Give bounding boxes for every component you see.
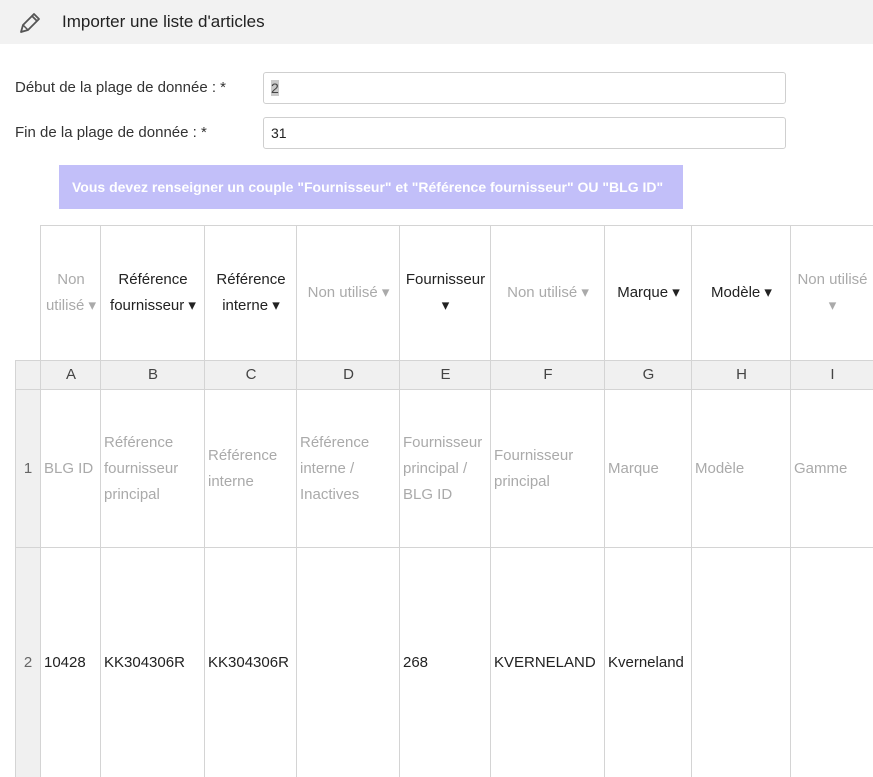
cell-value: Marque [608,459,659,477]
column-mapping-label: Référence fournisseur ▾ [110,271,196,314]
column-mapping-label: Fournisseur ▾ [405,271,486,314]
cell-value: 10428 [44,653,86,671]
column-letter-label: I [830,366,835,383]
column-mapping-select-d[interactable]: Non utilisé ▾ [296,225,400,360]
row-number-label: 2 [23,653,33,671]
cell-value: KK304306R [104,653,185,671]
column-letter-d: D [296,360,400,389]
cell-value: Référence interne [208,446,278,490]
column-mapping-select-g[interactable]: Marque ▾ [604,225,692,360]
column-letter-h: H [691,360,791,389]
cell-value: KK304306R [208,653,289,671]
corner-cell [15,360,40,389]
column-mapping-label: Modèle ▾ [711,284,772,301]
table-cell [691,547,791,777]
cell-value: Gamme [794,459,848,477]
column-mapping-select-c[interactable]: Référence interne ▾ [204,225,297,360]
table-cell: Gamme [790,389,873,547]
column-letter-label: G [642,366,655,383]
column-mapping-label: Non utilisé ▾ [507,284,589,301]
table-cell: Kverneland [604,547,692,777]
cell-value: Kverneland [608,653,684,671]
cell-value: Modèle [695,459,745,477]
column-letter-b: B [100,360,205,389]
cell-value: Fournisseur principal [494,446,574,490]
column-letter-g: G [604,360,692,389]
range-end-label: Fin de la plage de donnée : * [15,124,207,141]
table-cell: Modèle [691,389,791,547]
table-cell: KK304306R [100,547,205,777]
table-cell: BLG ID [40,389,101,547]
column-letter-c: C [204,360,297,389]
column-mapping-label: Référence interne ▾ [216,271,286,314]
column-letter-label: H [736,366,747,383]
range-start-label: Début de la plage de donnée : * [15,79,227,96]
pencil-icon [20,13,40,33]
column-mapping-label: Marque ▾ [617,284,680,301]
table-divider [15,360,873,361]
column-mapping-label: Non utilisé ▾ [797,271,868,314]
column-letter-label: F [543,366,553,383]
column-mapping-select-h[interactable]: Modèle ▾ [691,225,791,360]
table-cell: Référence interne / Inactives [296,389,400,547]
column-letter-label: B [147,366,158,383]
cell-value: Fournisseur principal / BLG ID [403,433,483,503]
table-cell [296,547,400,777]
table-cell: 268 [399,547,491,777]
column-letter-label: A [65,366,76,383]
column-mapping-select-i[interactable]: Non utilisé ▾ [790,225,873,360]
page-header: Importer une liste d'articles [0,0,873,44]
table-cell: Référence fournisseur principal [100,389,205,547]
table-cell: Fournisseur principal [490,389,605,547]
range-end-value: 31 [271,125,287,141]
table-cell: 10428 [40,547,101,777]
column-mapping-select-a[interactable]: Non utilisé ▾ [40,225,101,360]
column-mapping-select-b[interactable]: Référence fournisseur ▾ [100,225,205,360]
validation-warning: Vous devez renseigner un couple "Fournis… [59,165,683,209]
table-cell: Référence interne [204,389,297,547]
table-cell: KK304306R [204,547,297,777]
table-cell: Marque [604,389,692,547]
range-start-value: 2 [271,80,279,96]
page-title: Importer une liste d'articles [62,12,265,31]
row-number-label: 1 [23,459,33,477]
range-start-input[interactable]: 2 [263,72,786,104]
column-mapping-select-e[interactable]: Fournisseur ▾ [399,225,491,360]
cell-value: 268 [403,653,429,671]
column-mapping-label: Non utilisé ▾ [45,271,97,314]
cell-value: Référence fournisseur principal [104,433,179,503]
column-letter-f: F [490,360,605,389]
cell-value: BLG ID [44,459,94,477]
column-letter-a: A [40,360,101,389]
row-number-1: 1 [15,389,40,547]
column-mapping-label: Non utilisé ▾ [307,284,390,301]
table-cell: KVERNELAND [490,547,605,777]
cell-value: Référence interne / Inactives [300,433,370,503]
table-cell [790,547,873,777]
row-number-2: 2 [15,547,40,777]
column-letter-e: E [399,360,491,389]
column-letter-label: C [245,366,257,383]
cell-value: KVERNELAND [494,653,596,671]
column-letter-label: D [343,366,354,383]
column-mapping-select-f[interactable]: Non utilisé ▾ [490,225,605,360]
range-end-input[interactable]: 31 [263,117,786,149]
table-cell: Fournisseur principal / BLG ID [399,389,491,547]
column-letter-label: E [440,366,451,383]
column-letter-i: I [790,360,873,389]
